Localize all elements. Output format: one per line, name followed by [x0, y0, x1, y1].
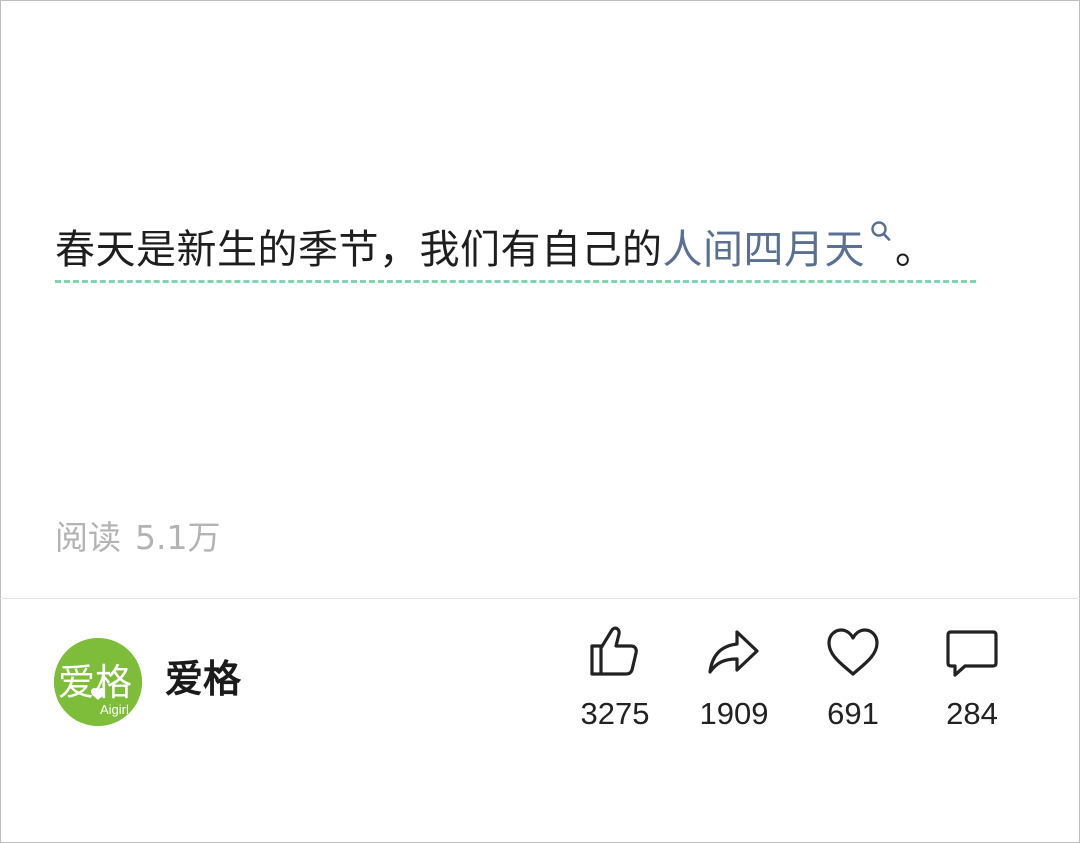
comment-button[interactable]: 284 — [917, 622, 1027, 734]
share-arrow-icon — [708, 630, 759, 674]
favorite-count: 691 — [827, 696, 879, 731]
avatar-logo-subtext: Aigirl — [100, 702, 129, 717]
like-count: 3275 — [580, 696, 650, 731]
like-button[interactable]: 3275 — [560, 622, 670, 734]
read-count-value: 5.1万 — [135, 518, 221, 557]
share-count: 1909 — [699, 696, 769, 731]
heart-icon — [827, 628, 879, 676]
read-count: 阅读 5.1万 — [55, 516, 220, 560]
text-dashed-underline — [55, 280, 976, 283]
thumbs-up-icon — [590, 626, 638, 676]
avatar-logo-text: 爱格 — [58, 661, 132, 704]
post-text-end: 。 — [895, 227, 936, 273]
post-text: 春天是新生的季节，我们有自己的人间四月天。 — [55, 220, 936, 278]
comment-count: 284 — [946, 696, 998, 731]
topic-link[interactable]: 人间四月天 — [663, 227, 866, 273]
divider — [0, 598, 1080, 599]
read-label: 阅读 — [55, 518, 121, 557]
avatar-logo: 爱格 Aigirl — [54, 638, 142, 726]
favorite-button[interactable]: 691 — [798, 622, 908, 734]
author-name[interactable]: 爱格 — [165, 654, 241, 704]
avatar[interactable]: 爱格 Aigirl — [54, 638, 142, 726]
comment-bubble-icon — [946, 630, 998, 677]
share-button[interactable]: 1909 — [679, 622, 789, 734]
search-icon[interactable] — [869, 220, 893, 246]
post-text-main: 春天是新生的季节，我们有自己的 — [55, 227, 663, 273]
